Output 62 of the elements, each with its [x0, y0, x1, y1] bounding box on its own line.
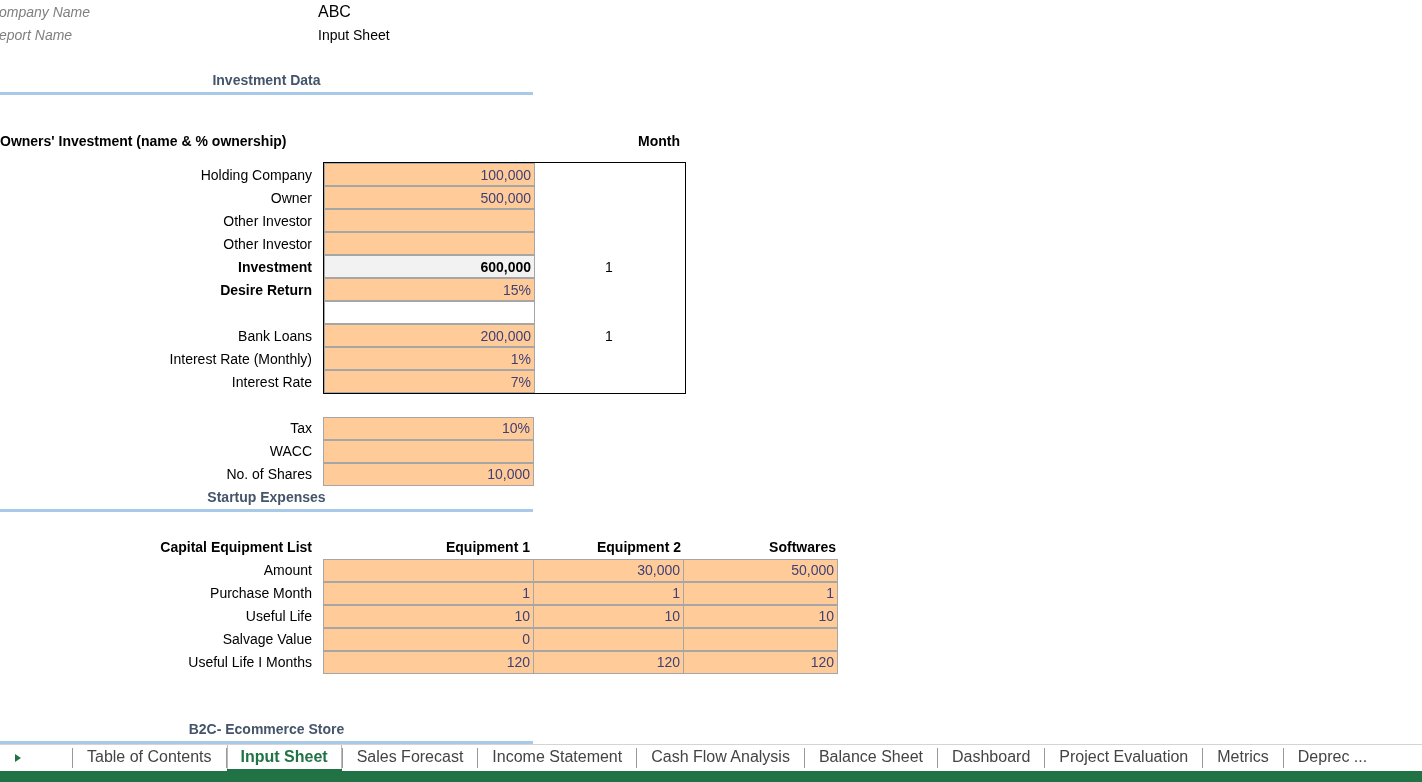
- input-cell[interactable]: 100,000: [324, 163, 535, 186]
- row-label: Amount: [262, 561, 313, 578]
- section-title: Startup Expenses: [207, 489, 326, 505]
- month-value: 1: [605, 327, 613, 344]
- input-cell[interactable]: [533, 627, 684, 651]
- row-label: Bank Loans: [237, 327, 313, 344]
- input-cell[interactable]: 120: [323, 650, 534, 674]
- row-label: Investment: [237, 258, 313, 275]
- input-cell[interactable]: 1: [323, 581, 534, 605]
- row-label: Purchase Month: [209, 584, 313, 601]
- input-cell[interactable]: 30,000: [533, 558, 684, 582]
- input-cell[interactable]: 120: [533, 650, 684, 674]
- field-label: eport Name: [0, 26, 74, 43]
- section-title: Investment Data: [212, 72, 321, 88]
- field-label: ompany Name: [0, 3, 92, 20]
- input-cell[interactable]: 10%: [323, 416, 534, 440]
- table-heading: Capital Equipment List: [159, 538, 313, 555]
- input-cell[interactable]: 10: [323, 604, 534, 628]
- month-value: 1: [605, 258, 613, 275]
- input-cell[interactable]: 120: [683, 650, 838, 674]
- input-cell[interactable]: 15%: [324, 278, 535, 301]
- section-heading: Owners' Investment (name & % ownership): [0, 132, 288, 149]
- input-cell[interactable]: 10: [533, 604, 684, 628]
- input-cell[interactable]: 1: [683, 581, 838, 605]
- section-title: B2C- Ecommerce Store: [188, 721, 345, 737]
- row-label: WACC: [268, 442, 313, 459]
- column-header: Equipment 2: [596, 538, 682, 555]
- row-label: No. of Shares: [225, 465, 313, 482]
- input-cell[interactable]: 1: [533, 581, 684, 605]
- input-cell[interactable]: 500,000: [324, 186, 535, 209]
- input-cell[interactable]: 600,000: [324, 255, 535, 278]
- scroll-right-icon[interactable]: [14, 753, 22, 763]
- row-label: Other Investor: [222, 235, 313, 252]
- input-cell[interactable]: 7%: [324, 370, 535, 393]
- row-label: Interest Rate: [230, 373, 313, 390]
- input-cell[interactable]: 200,000: [324, 324, 535, 347]
- row-label: Interest Rate (Monthly): [168, 350, 313, 367]
- input-cell[interactable]: 1%: [324, 347, 535, 370]
- input-cell[interactable]: 10: [683, 604, 838, 628]
- field-value: ABC: [318, 2, 351, 21]
- row-label: Tax: [289, 419, 313, 436]
- column-header: Month: [637, 132, 681, 149]
- input-cell[interactable]: [323, 558, 534, 582]
- row-label: Salvage Value: [221, 630, 313, 647]
- input-cell[interactable]: [323, 439, 534, 463]
- row-label: Other Investor: [222, 212, 313, 229]
- sheet-tab[interactable]: Input Sheet: [226, 745, 342, 771]
- row-label: Useful Life I Months: [187, 653, 313, 670]
- row-label: Useful Life: [244, 607, 313, 624]
- row-label: Owner: [269, 189, 313, 206]
- input-cell[interactable]: 10,000: [323, 462, 534, 486]
- row-label: Desire Return: [219, 281, 313, 298]
- column-header: Softwares: [768, 538, 837, 555]
- input-cell[interactable]: [324, 232, 535, 255]
- input-cell[interactable]: [683, 627, 838, 651]
- field-value: Input Sheet: [318, 26, 390, 43]
- column-header: Equipment 1: [445, 538, 531, 555]
- input-cell[interactable]: [324, 209, 535, 232]
- row-label: Holding Company: [199, 166, 313, 183]
- input-cell[interactable]: 0: [323, 627, 534, 651]
- input-cell[interactable]: 50,000: [683, 558, 838, 582]
- input-cell[interactable]: [324, 301, 535, 324]
